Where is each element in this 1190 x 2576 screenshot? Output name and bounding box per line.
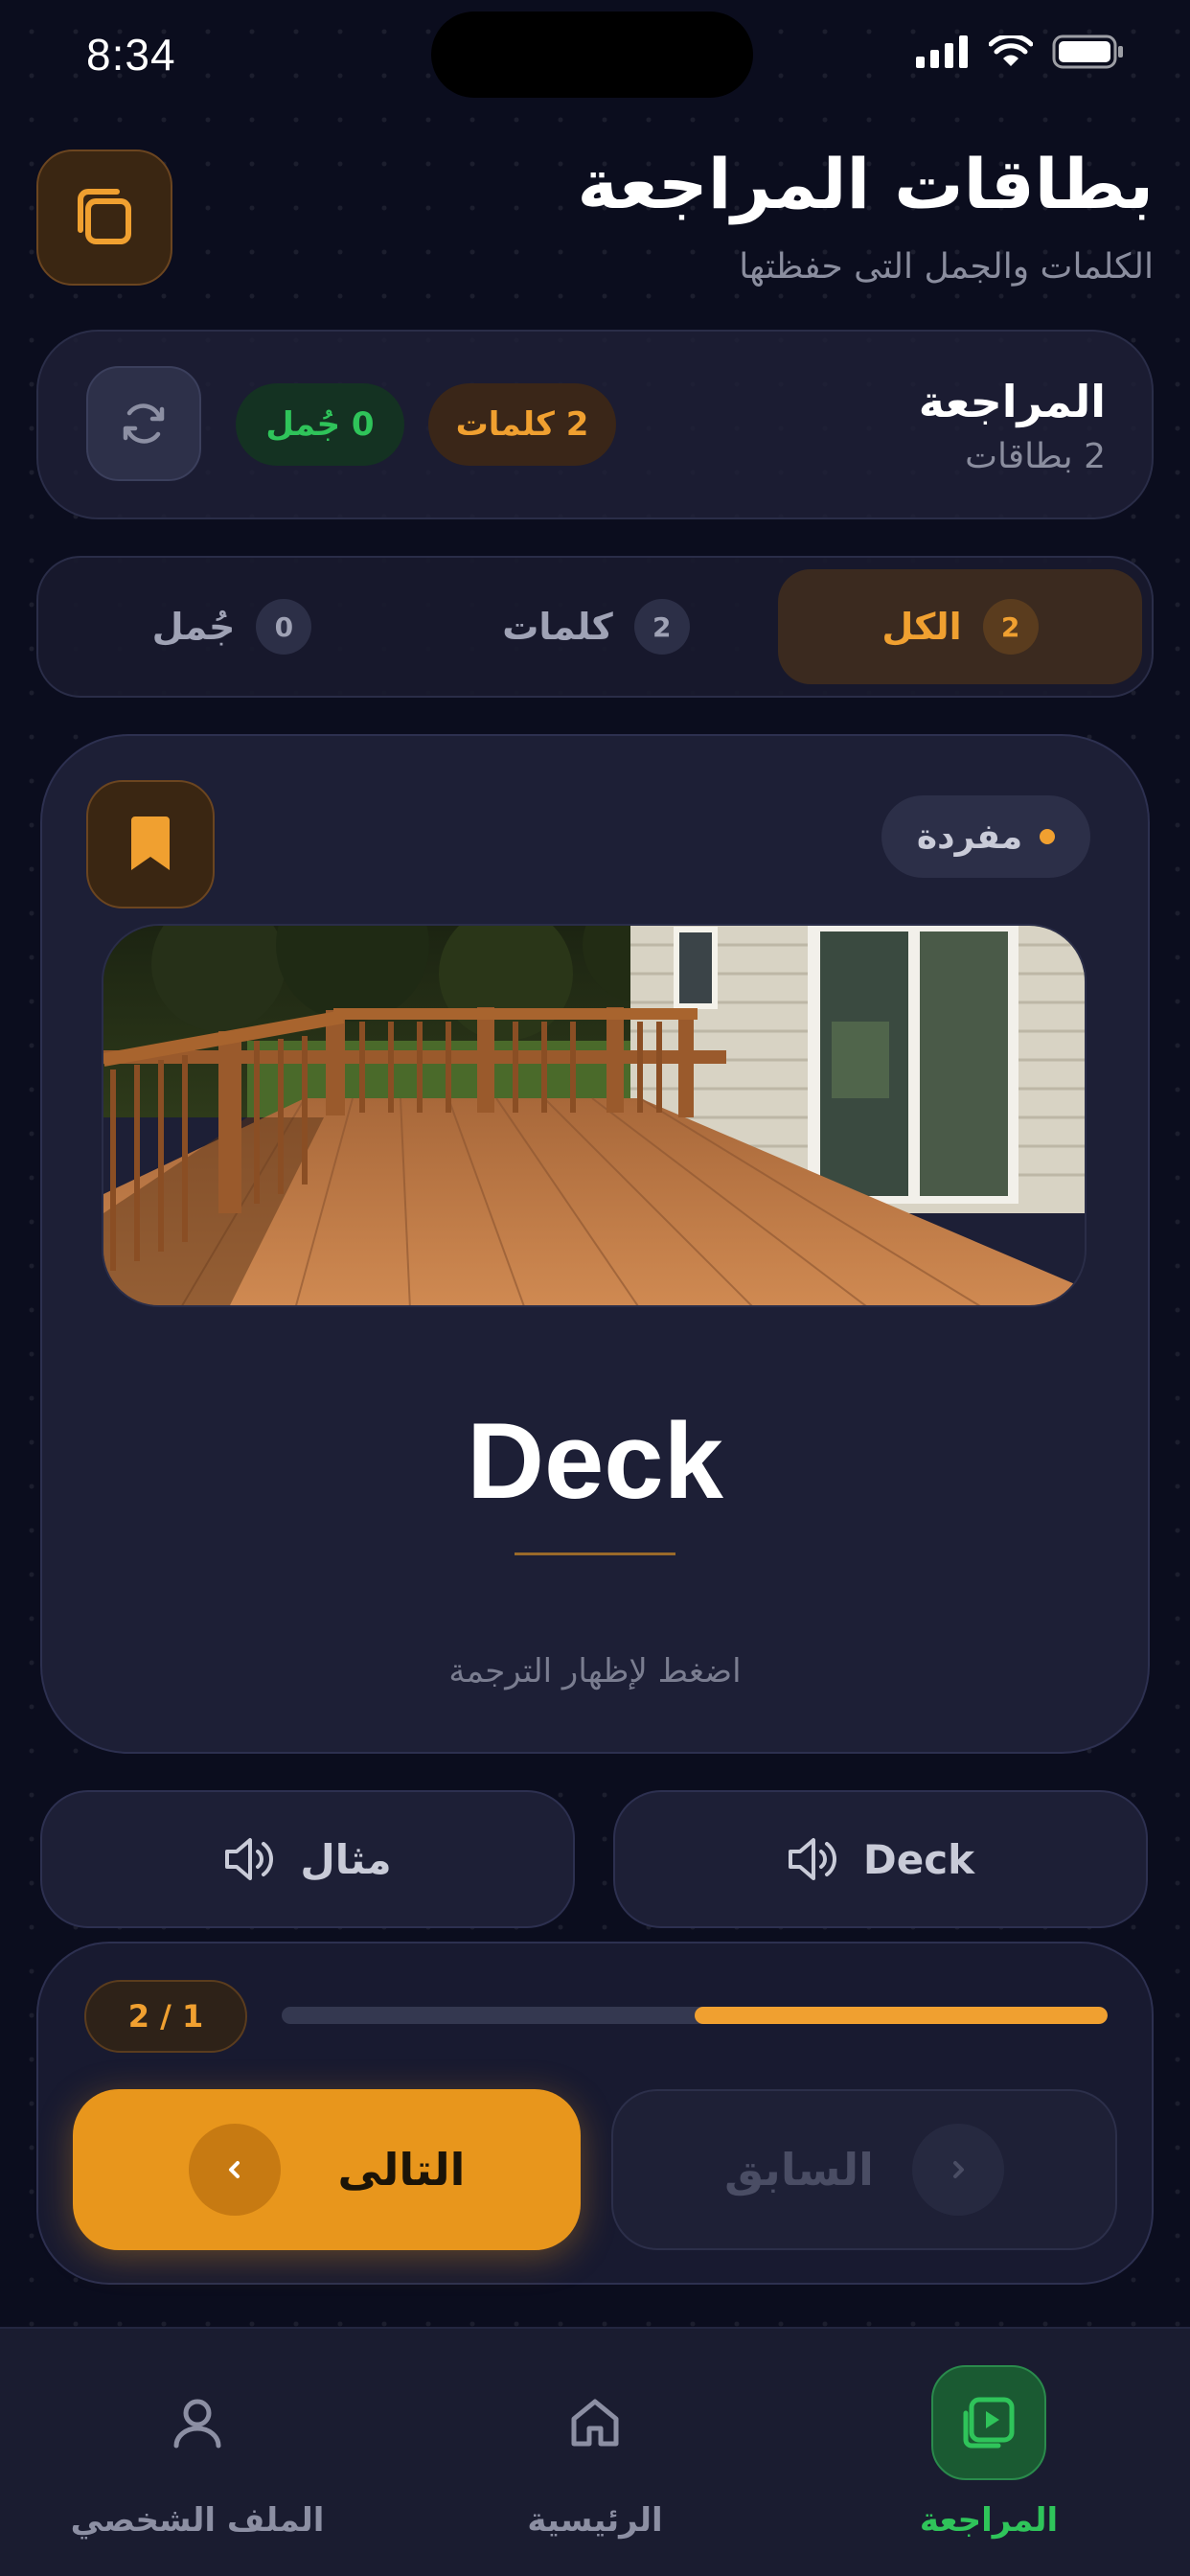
chevron-left-icon bbox=[188, 2124, 281, 2216]
status-time: 8:34 bbox=[86, 30, 176, 80]
bookmark-icon bbox=[131, 816, 170, 870]
tab-words-label: كلمات bbox=[502, 606, 613, 648]
nav-review-label: المراجعة bbox=[919, 2501, 1059, 2540]
home-icon bbox=[538, 2365, 652, 2480]
next-label: التالى bbox=[337, 2144, 466, 2196]
card-type-badge: مفردة bbox=[881, 795, 1090, 878]
signal-icon bbox=[916, 35, 968, 68]
previous-button[interactable]: السابق bbox=[611, 2089, 1117, 2250]
tab-words[interactable]: 2 كلمات bbox=[414, 569, 778, 684]
battery-icon bbox=[1052, 34, 1123, 69]
reveal-hint: اضغط لإظهار الترجمة bbox=[448, 1652, 742, 1690]
refresh-icon bbox=[123, 403, 165, 444]
next-button[interactable]: التالى bbox=[73, 2089, 581, 2250]
status-icons bbox=[916, 34, 1125, 69]
progress-bar bbox=[282, 2007, 1108, 2024]
tab-all-label: الكل bbox=[881, 606, 962, 648]
copy-icon bbox=[78, 189, 131, 244]
play-example-button[interactable]: مثال bbox=[40, 1790, 575, 1928]
wifi-icon bbox=[989, 35, 1033, 66]
phrases-count-badge: 0 جُمل bbox=[236, 383, 404, 466]
tab-phrases[interactable]: 0 جُمل bbox=[50, 569, 414, 684]
review-title: المراجعة bbox=[918, 376, 1106, 427]
tab-all-count: 2 bbox=[982, 599, 1039, 655]
progress-fill bbox=[695, 2007, 1108, 2024]
word-underline bbox=[515, 1552, 675, 1555]
speaker-icon bbox=[225, 1838, 274, 1880]
cards-stack-button[interactable] bbox=[36, 150, 172, 286]
flashcard-word: Deck bbox=[467, 1401, 723, 1521]
word-image bbox=[102, 924, 1087, 1307]
refresh-button[interactable] bbox=[86, 366, 201, 481]
play-example-label: مثال bbox=[300, 1835, 392, 1883]
card-type-label: مفردة bbox=[916, 816, 1023, 857]
review-play-icon bbox=[931, 2365, 1046, 2480]
nav-review[interactable]: المراجعة bbox=[807, 2365, 1171, 2540]
bookmark-button[interactable] bbox=[86, 780, 215, 908]
progress-counter: 2 / 1 bbox=[84, 1980, 247, 2053]
page-subtitle: الكلمات والجمل التى حفظتها bbox=[739, 247, 1154, 287]
nav-profile-label: الملف الشخصي bbox=[70, 2501, 325, 2540]
dynamic-island bbox=[431, 12, 753, 98]
chevron-right-icon bbox=[911, 2124, 1004, 2216]
previous-label: السابق bbox=[724, 2144, 874, 2196]
words-count-badge: 2 كلمات bbox=[428, 383, 616, 466]
tab-phrases-label: جُمل bbox=[151, 606, 236, 648]
nav-profile[interactable]: الملف الشخصي bbox=[15, 2365, 379, 2540]
nav-home[interactable]: الرئيسية bbox=[413, 2365, 777, 2540]
tab-phrases-count: 0 bbox=[256, 599, 312, 655]
play-word-label: Deck bbox=[862, 1835, 975, 1883]
play-word-button[interactable]: Deck bbox=[613, 1790, 1148, 1928]
user-icon bbox=[140, 2365, 255, 2480]
nav-home-label: الرئيسية bbox=[527, 2501, 663, 2540]
speaker-icon bbox=[788, 1838, 836, 1880]
page-title: بطاقات المراجعة bbox=[577, 144, 1154, 224]
review-count: 2 بطاقات bbox=[965, 437, 1106, 476]
type-dot bbox=[1040, 829, 1056, 844]
tab-words-count: 2 bbox=[633, 599, 690, 655]
tab-all[interactable]: 2 الكل bbox=[778, 569, 1142, 684]
